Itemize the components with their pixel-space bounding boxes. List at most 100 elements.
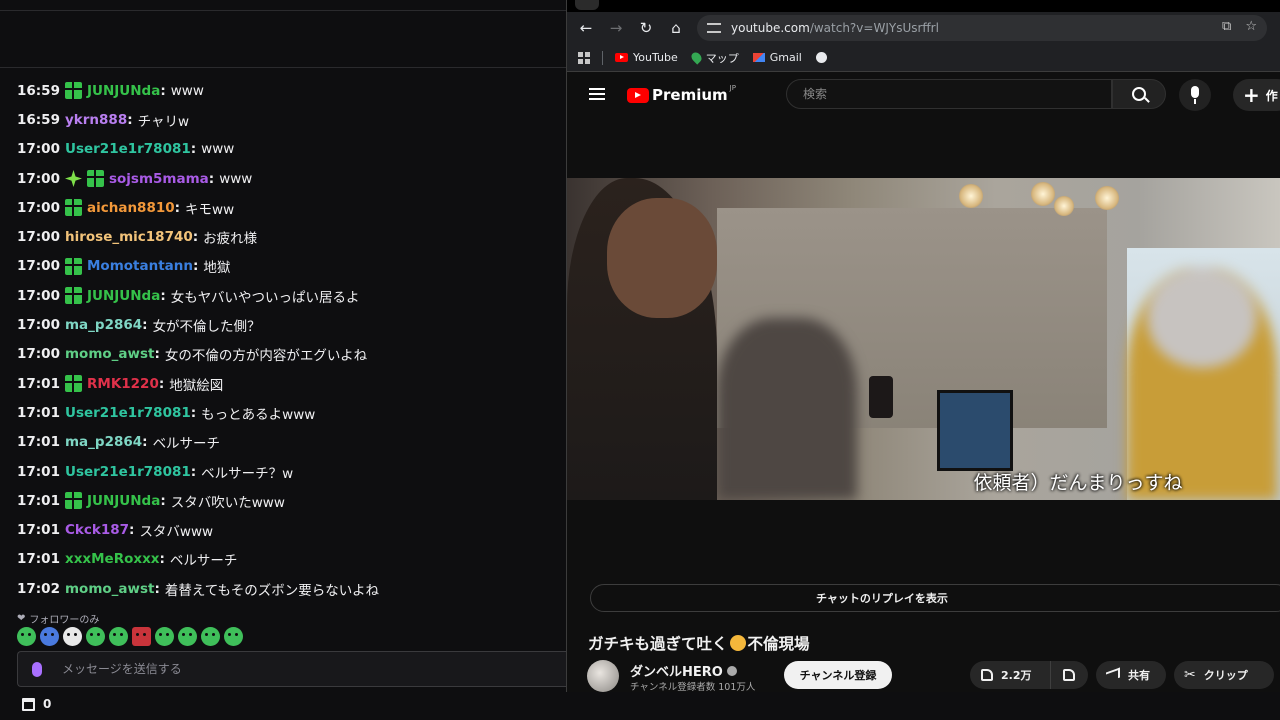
bookmark-maps[interactable]: マップ [689, 50, 739, 66]
channel-points[interactable]: 0 [22, 697, 51, 711]
home-icon[interactable]: ⌂ [661, 13, 691, 43]
bookmark-gmail[interactable]: Gmail [752, 51, 802, 64]
hamburger-menu-icon[interactable] [589, 88, 605, 100]
verified-icon [726, 665, 737, 676]
search-box[interactable] [786, 79, 1112, 109]
channel-avatar[interactable] [587, 660, 619, 692]
thumbs-down-icon[interactable] [1063, 669, 1075, 681]
bookmark-globe[interactable] [815, 52, 827, 63]
message-timestamp: 17:01 [17, 434, 60, 451]
video-title: ガチキも過ぎて吐く 不倫現場 [588, 632, 810, 654]
chat-username[interactable]: User21e1r78081 [65, 141, 191, 157]
message-timestamp: 17:01 [17, 375, 60, 392]
chat-username[interactable]: Ckck187 [65, 522, 129, 538]
video-player[interactable]: 依頼者）だんまりっすね [567, 178, 1280, 500]
voice-icon[interactable] [32, 661, 42, 677]
site-info-icon[interactable] [707, 23, 721, 33]
apps-grid-icon[interactable] [578, 51, 590, 64]
chat-message-text: ベルサーチ [169, 553, 238, 570]
chat-username[interactable]: JUNJUNda [87, 493, 160, 509]
green-face-emote-icon[interactable] [201, 627, 220, 646]
microphone-icon[interactable] [1179, 79, 1211, 111]
chat-message-text: ベルサーチ？w [201, 465, 294, 482]
subscribe-button[interactable]: チャンネル登録 [784, 661, 892, 689]
chat-username[interactable]: RMK1220 [87, 376, 159, 392]
chat-username[interactable]: User21e1r78081 [65, 464, 191, 480]
chat-message-input[interactable] [60, 661, 524, 677]
create-button[interactable]: + 作 [1233, 79, 1280, 111]
chat-input-box[interactable] [17, 651, 567, 687]
green-face-emote-icon[interactable] [86, 627, 105, 646]
message-timestamp: 17:02 [17, 580, 60, 597]
star-badge-icon[interactable] [64, 170, 82, 188]
chat-username[interactable]: JUNJUNda [87, 288, 160, 304]
white-face-emote-icon[interactable] [63, 627, 82, 646]
points-count: 0 [43, 697, 52, 711]
address-bar[interactable]: youtube.com/watch?v=WJYsUsrffrl ⧉ ☆ [697, 15, 1267, 41]
chat-username[interactable]: aichan8810 [87, 200, 175, 216]
install-app-icon[interactable]: ⧉ [1222, 19, 1231, 34]
plus-icon: + [1243, 83, 1260, 107]
region-code: JP [729, 84, 736, 92]
green-face-emote-icon[interactable] [109, 627, 128, 646]
message-timestamp: 17:00 [17, 229, 60, 246]
chat-message-text: キモww [185, 201, 235, 218]
like-button[interactable]: 2.2万 [981, 661, 1051, 689]
chat-username[interactable]: Momotantann [87, 258, 193, 274]
create-label: 作 [1265, 88, 1278, 103]
blue-face-emote-icon[interactable] [40, 627, 59, 646]
chat-username[interactable]: hirose_mic18740 [65, 229, 193, 245]
browser-toolbar: ← → ↻ ⌂ youtube.com/watch?v=WJYsUsrffrl … [567, 12, 1280, 44]
chat-message: 17:00 hirose_mic18740: お疲れ様 [17, 229, 258, 248]
show-chat-replay-button[interactable]: チャットのリプレイを表示 [590, 584, 1280, 612]
green-face-emote-icon[interactable] [155, 627, 174, 646]
chat-username[interactable]: User21e1r78081 [65, 405, 191, 421]
message-timestamp: 17:00 [17, 317, 60, 334]
red-face-emote-icon[interactable] [132, 627, 151, 646]
chat-message: 17:01 Ckck187: スタバwww [17, 522, 214, 541]
chat-username[interactable]: JUNJUNda [87, 83, 160, 99]
share-label: 共有 [1128, 669, 1150, 682]
chat-message-text: 着替えてもそのズボン要らないよね [164, 582, 380, 599]
chat-message-text: 女が不倫した側？ [152, 319, 261, 336]
clip-button[interactable]: ✂ クリップ [1174, 661, 1274, 689]
bookmark-star-icon[interactable]: ☆ [1245, 19, 1257, 34]
gift-sub-badge-icon[interactable] [86, 170, 104, 188]
chat-username[interactable]: sojsm5mama [109, 171, 209, 187]
subscriber-count: チャンネル登録者数 101万人 [630, 682, 756, 693]
bookmark-youtube[interactable]: YouTube [615, 51, 678, 64]
reload-icon[interactable]: ↻ [631, 13, 661, 43]
chat-message-text: www [201, 141, 235, 158]
browser-tab[interactable] [575, 0, 599, 10]
chat-username[interactable]: ykrn888 [65, 112, 127, 128]
youtube-premium-logo[interactable]: Premium JP [627, 84, 736, 104]
share-button[interactable]: 共有 [1096, 661, 1166, 689]
channel-name[interactable]: ダンベルHERO [630, 661, 737, 680]
chat-username[interactable]: ma_p2864 [65, 434, 142, 450]
video-frame [567, 178, 1280, 500]
url-path: /watch?v=WJYsUsrffrl [809, 21, 939, 35]
green-face-emote-icon[interactable] [224, 627, 243, 646]
forward-arrow-icon[interactable]: → [601, 13, 631, 43]
chat-username[interactable]: ma_p2864 [65, 317, 142, 333]
gift-sub-badge-icon[interactable] [64, 257, 82, 275]
gift-sub-badge-icon[interactable] [64, 375, 82, 393]
message-timestamp: 17:01 [17, 492, 60, 509]
green-face-emote-icon[interactable] [178, 627, 197, 646]
gift-sub-badge-icon[interactable] [64, 287, 82, 305]
chat-username[interactable]: xxxMeRoxxx [65, 551, 160, 567]
chat-message: 16:59 JUNJUNda: www [17, 82, 204, 100]
search-icon[interactable] [1112, 79, 1166, 109]
video-subtitle: 依頼者）だんまりっすね [973, 472, 1183, 494]
youtube-header: Premium JP + 作 [567, 72, 1280, 118]
gift-sub-badge-icon[interactable] [64, 82, 82, 100]
gift-sub-badge-icon[interactable] [64, 492, 82, 510]
chat-message-text: スタバ吹いたwww [170, 494, 285, 511]
chat-message: 17:01 User21e1r78081: ベルサーチ？w [17, 463, 294, 482]
green-face-emote-icon[interactable] [17, 627, 36, 646]
back-arrow-icon[interactable]: ← [571, 13, 601, 43]
search-input[interactable] [801, 86, 1095, 102]
chat-username[interactable]: momo_awst [65, 581, 155, 597]
gift-sub-badge-icon[interactable] [64, 199, 82, 217]
chat-username[interactable]: momo_awst [65, 346, 155, 362]
